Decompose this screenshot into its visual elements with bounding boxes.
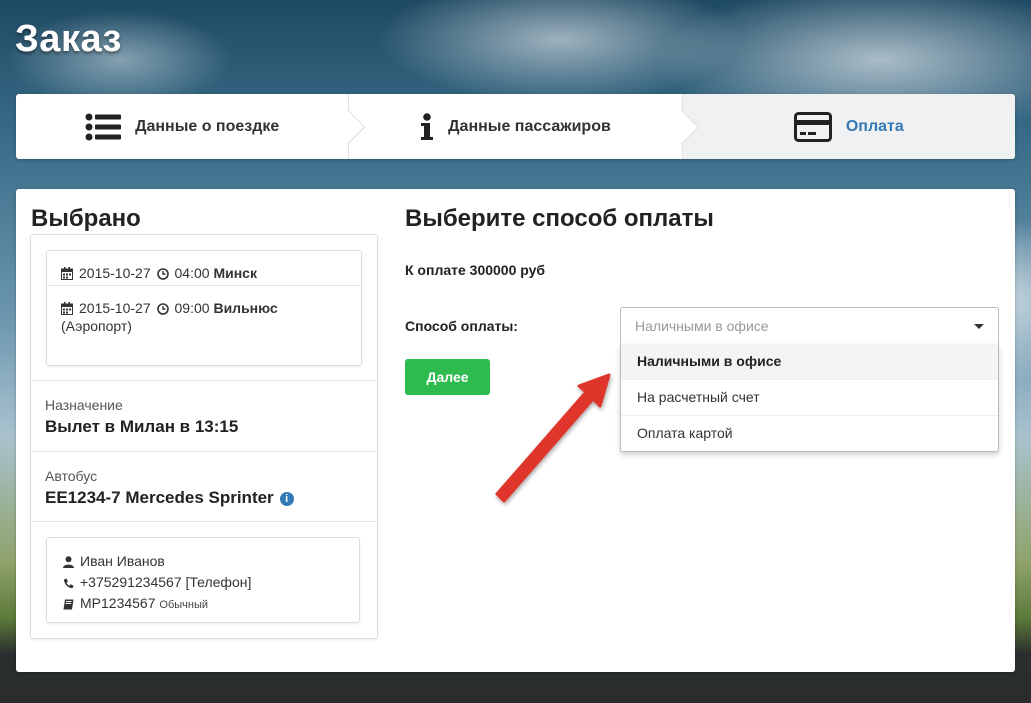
passenger-card: Иван Иванов +375291234567 [Телефон] MP12… — [46, 537, 360, 623]
step-label: Данные пассажиров — [448, 117, 611, 135]
destination-value: Вылет в Милан в 13:15 — [45, 417, 239, 436]
arrival-row: 2015-10-27 09:00 Вильнюс (Аэропорт) — [47, 285, 361, 351]
credit-card-icon — [793, 111, 832, 142]
step-label: Данные о поездке — [135, 117, 280, 135]
page-title: Заказ — [15, 18, 122, 60]
arrival-date: 2015-10-27 — [79, 300, 151, 316]
route-box: 2015-10-27 04:00 Минск 2015-10-27 09:00 … — [46, 250, 362, 366]
order-panel: Выбрано 2015-10-27 04:00 Минск 2015-10-2… — [16, 189, 1015, 672]
clock-icon — [156, 267, 169, 283]
list-icon — [85, 113, 122, 141]
payment-title: Выберите способ оплаты — [405, 205, 714, 232]
option-bank-transfer[interactable]: На расчетный счет — [621, 379, 998, 415]
checkout-steps: Данные о поездке Данные пассажиров Оплат… — [16, 94, 1015, 159]
passenger-phone-type: [Телефон] — [185, 574, 252, 590]
info-circle-icon[interactable]: i — [279, 492, 294, 506]
arrival-city: Вильнюс — [213, 300, 278, 316]
arrival-city-note: (Аэропорт) — [61, 318, 132, 334]
option-card[interactable]: Оплата картой — [621, 415, 998, 451]
step-payment[interactable]: Оплата — [681, 94, 1015, 159]
calendar-icon — [61, 267, 73, 283]
payment-method-dropdown: Наличными в офисе На расчетный счет Опла… — [620, 344, 999, 452]
clock-icon — [156, 302, 169, 318]
payment-method-select[interactable]: Наличными в офисе — [620, 307, 999, 345]
passenger-name-row: Иван Иванов — [63, 552, 359, 573]
next-button[interactable]: Далее — [405, 359, 490, 395]
departure-row: 2015-10-27 04:00 Минск — [47, 251, 361, 285]
payment-amount: К оплате 300000 руб — [405, 262, 546, 278]
departure-time: 04:00 — [174, 265, 210, 281]
bus-section: Автобус EE1234-7 Mercedes Sprinter i — [31, 451, 377, 522]
destination-label: Назначение — [45, 397, 123, 413]
phone-icon — [63, 575, 74, 594]
step-label: Оплата — [845, 117, 904, 135]
departure-city: Минск — [213, 265, 257, 281]
destination-section: Назначение Вылет в Милан в 13:15 — [31, 380, 377, 451]
option-cash-office[interactable]: Наличными в офисе — [621, 344, 998, 379]
bus-value-row: EE1234-7 Mercedes Sprinter i — [45, 488, 363, 508]
calendar-icon — [61, 302, 73, 318]
select-placeholder: Наличными в офисе — [635, 318, 769, 334]
section-divider — [31, 521, 377, 522]
passenger-phone: +375291234567 — [80, 574, 182, 590]
user-icon — [63, 554, 74, 573]
payment-method-label: Способ оплаты: — [405, 318, 518, 334]
summary-title: Выбрано — [31, 205, 141, 232]
selected-trip-summary: 2015-10-27 04:00 Минск 2015-10-27 09:00 … — [30, 234, 378, 639]
book-icon — [63, 596, 74, 615]
passenger-document-row: MP1234567 Обычный — [63, 594, 359, 615]
departure-date: 2015-10-27 — [79, 265, 151, 281]
bus-value: EE1234-7 Mercedes Sprinter — [45, 488, 274, 507]
passenger-phone-row: +375291234567 [Телефон] — [63, 573, 359, 594]
caret-down-icon — [974, 324, 984, 329]
info-icon — [420, 112, 434, 141]
step-passenger-details[interactable]: Данные пассажиров — [348, 94, 699, 159]
arrival-time: 09:00 — [174, 300, 210, 316]
step-trip-details[interactable]: Данные о поездке — [16, 94, 366, 159]
passenger-name: Иван Иванов — [80, 553, 165, 569]
passenger-document: MP1234567 — [80, 595, 156, 611]
bus-label: Автобус — [45, 468, 98, 484]
passenger-document-type: Обычный — [159, 599, 209, 611]
